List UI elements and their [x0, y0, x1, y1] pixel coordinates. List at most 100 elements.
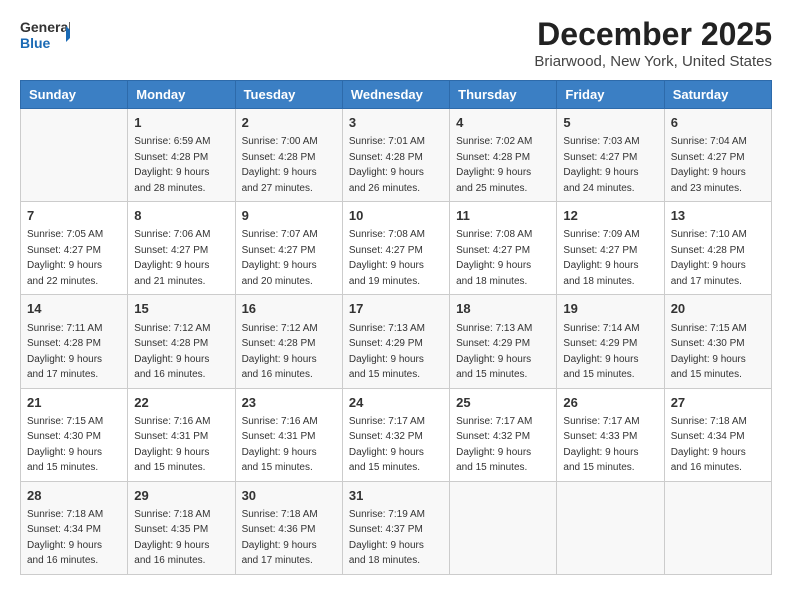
day-number: 28: [27, 487, 121, 505]
day-info: Sunrise: 7:16 AMSunset: 4:31 PMDaylight:…: [242, 416, 318, 474]
title-block: December 2025 Briarwood, New York, Unite…: [534, 16, 772, 70]
day-number: 25: [456, 394, 550, 412]
day-info: Sunrise: 7:10 AMSunset: 4:28 PMDaylight:…: [671, 229, 747, 287]
day-info: Sunrise: 7:15 AMSunset: 4:30 PMDaylight:…: [671, 323, 747, 381]
calendar-cell: 30 Sunrise: 7:18 AMSunset: 4:36 PMDaylig…: [235, 481, 342, 574]
day-number: 10: [349, 207, 443, 225]
day-number: 31: [349, 487, 443, 505]
day-info: Sunrise: 7:14 AMSunset: 4:29 PMDaylight:…: [563, 323, 639, 381]
day-info: Sunrise: 7:17 AMSunset: 4:33 PMDaylight:…: [563, 416, 639, 474]
day-info: Sunrise: 7:02 AMSunset: 4:28 PMDaylight:…: [456, 136, 532, 194]
calendar-week-1: 1 Sunrise: 6:59 AMSunset: 4:28 PMDayligh…: [21, 109, 772, 202]
logo: General Blue: [20, 16, 70, 60]
day-info: Sunrise: 7:05 AMSunset: 4:27 PMDaylight:…: [27, 229, 103, 287]
day-info: Sunrise: 7:13 AMSunset: 4:29 PMDaylight:…: [349, 323, 425, 381]
day-number: 22: [134, 394, 228, 412]
calendar-cell: 13 Sunrise: 7:10 AMSunset: 4:28 PMDaylig…: [664, 202, 771, 295]
calendar-cell: 26 Sunrise: 7:17 AMSunset: 4:33 PMDaylig…: [557, 388, 664, 481]
day-number: 4: [456, 114, 550, 132]
day-number: 6: [671, 114, 765, 132]
calendar-cell: 5 Sunrise: 7:03 AMSunset: 4:27 PMDayligh…: [557, 109, 664, 202]
day-info: Sunrise: 7:17 AMSunset: 4:32 PMDaylight:…: [349, 416, 425, 474]
calendar-cell: [557, 481, 664, 574]
calendar-cell: 14 Sunrise: 7:11 AMSunset: 4:28 PMDaylig…: [21, 295, 128, 388]
day-number: 3: [349, 114, 443, 132]
calendar-cell: 9 Sunrise: 7:07 AMSunset: 4:27 PMDayligh…: [235, 202, 342, 295]
calendar-cell: 8 Sunrise: 7:06 AMSunset: 4:27 PMDayligh…: [128, 202, 235, 295]
calendar-cell: 1 Sunrise: 6:59 AMSunset: 4:28 PMDayligh…: [128, 109, 235, 202]
day-info: Sunrise: 7:04 AMSunset: 4:27 PMDaylight:…: [671, 136, 747, 194]
calendar-cell: 23 Sunrise: 7:16 AMSunset: 4:31 PMDaylig…: [235, 388, 342, 481]
calendar-header-row: SundayMondayTuesdayWednesdayThursdayFrid…: [21, 81, 772, 109]
day-number: 12: [563, 207, 657, 225]
day-info: Sunrise: 7:18 AMSunset: 4:34 PMDaylight:…: [671, 416, 747, 474]
calendar-week-5: 28 Sunrise: 7:18 AMSunset: 4:34 PMDaylig…: [21, 481, 772, 574]
day-info: Sunrise: 7:13 AMSunset: 4:29 PMDaylight:…: [456, 323, 532, 381]
day-number: 11: [456, 207, 550, 225]
calendar-cell: [664, 481, 771, 574]
day-number: 23: [242, 394, 336, 412]
day-number: 17: [349, 300, 443, 318]
day-number: 13: [671, 207, 765, 225]
day-number: 9: [242, 207, 336, 225]
header-monday: Monday: [128, 81, 235, 109]
calendar-cell: [450, 481, 557, 574]
header-saturday: Saturday: [664, 81, 771, 109]
day-info: Sunrise: 7:01 AMSunset: 4:28 PMDaylight:…: [349, 136, 425, 194]
logo-svg: General Blue: [20, 16, 70, 60]
day-number: 2: [242, 114, 336, 132]
day-number: 1: [134, 114, 228, 132]
calendar-cell: 18 Sunrise: 7:13 AMSunset: 4:29 PMDaylig…: [450, 295, 557, 388]
day-info: Sunrise: 7:06 AMSunset: 4:27 PMDaylight:…: [134, 229, 210, 287]
day-info: Sunrise: 7:08 AMSunset: 4:27 PMDaylight:…: [456, 229, 532, 287]
day-info: Sunrise: 7:18 AMSunset: 4:35 PMDaylight:…: [134, 509, 210, 567]
calendar-cell: 7 Sunrise: 7:05 AMSunset: 4:27 PMDayligh…: [21, 202, 128, 295]
header-tuesday: Tuesday: [235, 81, 342, 109]
day-number: 7: [27, 207, 121, 225]
calendar-cell: 29 Sunrise: 7:18 AMSunset: 4:35 PMDaylig…: [128, 481, 235, 574]
day-info: Sunrise: 7:19 AMSunset: 4:37 PMDaylight:…: [349, 509, 425, 567]
calendar-cell: 24 Sunrise: 7:17 AMSunset: 4:32 PMDaylig…: [342, 388, 449, 481]
calendar-cell: 22 Sunrise: 7:16 AMSunset: 4:31 PMDaylig…: [128, 388, 235, 481]
day-info: Sunrise: 7:00 AMSunset: 4:28 PMDaylight:…: [242, 136, 318, 194]
day-number: 19: [563, 300, 657, 318]
svg-text:General: General: [20, 19, 70, 35]
day-info: Sunrise: 7:03 AMSunset: 4:27 PMDaylight:…: [563, 136, 639, 194]
day-info: Sunrise: 7:18 AMSunset: 4:34 PMDaylight:…: [27, 509, 103, 567]
calendar-week-4: 21 Sunrise: 7:15 AMSunset: 4:30 PMDaylig…: [21, 388, 772, 481]
day-info: Sunrise: 7:07 AMSunset: 4:27 PMDaylight:…: [242, 229, 318, 287]
calendar-cell: 31 Sunrise: 7:19 AMSunset: 4:37 PMDaylig…: [342, 481, 449, 574]
calendar-cell: 19 Sunrise: 7:14 AMSunset: 4:29 PMDaylig…: [557, 295, 664, 388]
calendar-cell: 11 Sunrise: 7:08 AMSunset: 4:27 PMDaylig…: [450, 202, 557, 295]
day-number: 5: [563, 114, 657, 132]
day-number: 21: [27, 394, 121, 412]
page-subtitle: Briarwood, New York, United States: [534, 53, 772, 70]
day-info: Sunrise: 7:12 AMSunset: 4:28 PMDaylight:…: [242, 323, 318, 381]
day-number: 15: [134, 300, 228, 318]
day-info: Sunrise: 7:16 AMSunset: 4:31 PMDaylight:…: [134, 416, 210, 474]
day-info: Sunrise: 7:17 AMSunset: 4:32 PMDaylight:…: [456, 416, 532, 474]
day-info: Sunrise: 6:59 AMSunset: 4:28 PMDaylight:…: [134, 136, 210, 194]
header-thursday: Thursday: [450, 81, 557, 109]
header-wednesday: Wednesday: [342, 81, 449, 109]
page-header: General Blue December 2025 Briarwood, Ne…: [20, 16, 772, 70]
calendar-table: SundayMondayTuesdayWednesdayThursdayFrid…: [20, 80, 772, 575]
calendar-cell: 28 Sunrise: 7:18 AMSunset: 4:34 PMDaylig…: [21, 481, 128, 574]
calendar-cell: 15 Sunrise: 7:12 AMSunset: 4:28 PMDaylig…: [128, 295, 235, 388]
calendar-cell: 16 Sunrise: 7:12 AMSunset: 4:28 PMDaylig…: [235, 295, 342, 388]
calendar-cell: 27 Sunrise: 7:18 AMSunset: 4:34 PMDaylig…: [664, 388, 771, 481]
day-number: 30: [242, 487, 336, 505]
day-number: 26: [563, 394, 657, 412]
svg-text:Blue: Blue: [20, 35, 51, 51]
calendar-cell: 3 Sunrise: 7:01 AMSunset: 4:28 PMDayligh…: [342, 109, 449, 202]
calendar-cell: 2 Sunrise: 7:00 AMSunset: 4:28 PMDayligh…: [235, 109, 342, 202]
day-info: Sunrise: 7:18 AMSunset: 4:36 PMDaylight:…: [242, 509, 318, 567]
day-info: Sunrise: 7:08 AMSunset: 4:27 PMDaylight:…: [349, 229, 425, 287]
calendar-cell: 12 Sunrise: 7:09 AMSunset: 4:27 PMDaylig…: [557, 202, 664, 295]
calendar-cell: 25 Sunrise: 7:17 AMSunset: 4:32 PMDaylig…: [450, 388, 557, 481]
calendar-cell: 6 Sunrise: 7:04 AMSunset: 4:27 PMDayligh…: [664, 109, 771, 202]
calendar-cell: 17 Sunrise: 7:13 AMSunset: 4:29 PMDaylig…: [342, 295, 449, 388]
calendar-cell: 10 Sunrise: 7:08 AMSunset: 4:27 PMDaylig…: [342, 202, 449, 295]
header-friday: Friday: [557, 81, 664, 109]
calendar-cell: 21 Sunrise: 7:15 AMSunset: 4:30 PMDaylig…: [21, 388, 128, 481]
